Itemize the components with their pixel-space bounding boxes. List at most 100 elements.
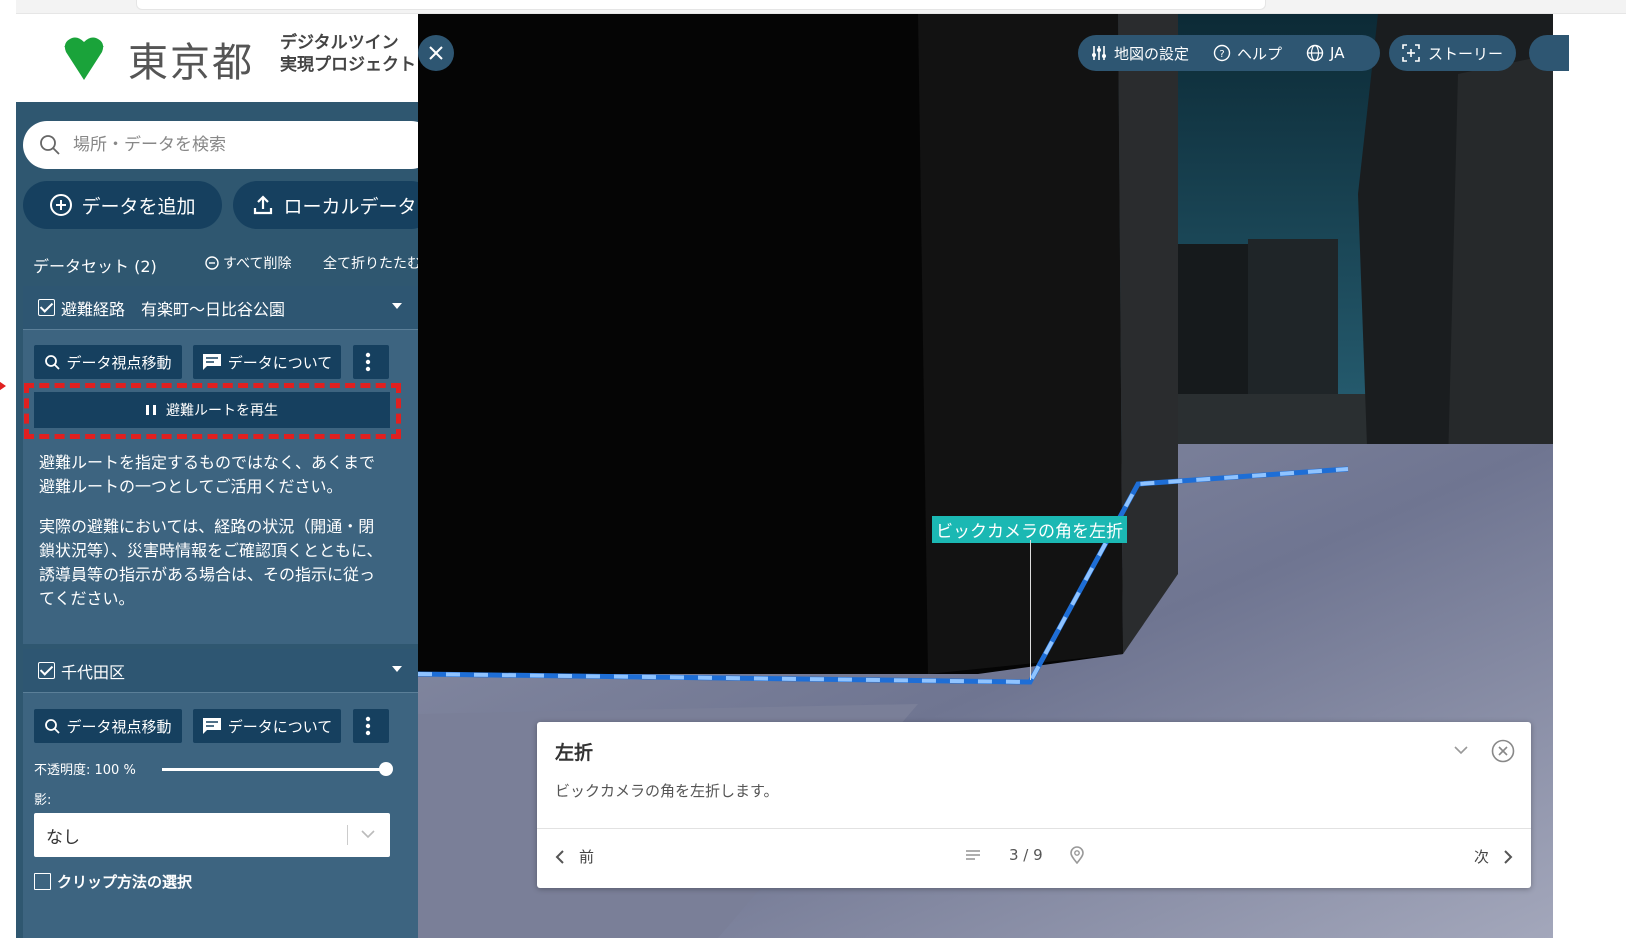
dataset-title: 避難経路 有楽町〜日比谷公園 [61,299,286,319]
search-icon [40,135,60,155]
shadow-select[interactable]: なし [34,813,390,857]
chevron-down-icon[interactable] [392,303,402,309]
dataset-panel-evacuation: 避難経路 有楽町〜日比谷公園 データ視点移動 データについて 避難ルートを再生 … [23,286,420,644]
browser-strip [16,0,1626,14]
delete-all-button[interactable]: すべて削除 [205,253,291,273]
opacity-slider[interactable] [162,762,393,776]
story-label: ストーリー [1427,44,1503,63]
clip-label: クリップ方法の選択 [57,873,193,891]
help-button[interactable]: ? ヘルプ [1201,43,1294,64]
brand-name: 東京都 [128,40,254,86]
add-data-label: データを追加 [81,195,196,218]
opacity-label: 不透明度: 100 % [34,763,136,778]
prev-label: 前 [579,848,595,866]
location-pin-icon[interactable] [1069,846,1085,864]
chevron-down-icon[interactable] [1453,744,1469,756]
minus-circle-icon [205,256,219,270]
story-pager: 3 / 9 [965,846,1085,864]
tokyo-logo-icon [64,37,104,80]
dataset-checkbox[interactable] [38,299,55,316]
select-divider [347,825,348,845]
comment-icon [202,354,221,370]
sliders-icon [1092,46,1106,60]
help-icon: ? [1213,44,1231,62]
map-settings-label: 地図の設定 [1114,44,1190,63]
search-input[interactable] [73,135,403,155]
next-label: 次 [1473,848,1489,866]
story-description: ビックカメラの角を左折します。 [555,782,779,800]
dataset-panel-chiyoda: 千代田区 データ視点移動 データについて 不透明度: 100 % 影: なし ク… [23,649,420,938]
plus-circle-icon [50,194,73,216]
search-icon [45,719,61,734]
chevron-left-icon [555,849,564,864]
pointer-arrow-icon [0,381,6,391]
upload-icon [254,195,273,215]
add-data-button[interactable]: データを追加 [23,181,222,229]
data-viewpoint-label: データ視点移動 [66,717,172,736]
route-note-2: 実際の避難においては、経路の状況（開通・閉鎖状況等）、災害時情報をご確認頂くとと… [39,517,383,608]
dataset-checkbox[interactable] [38,662,55,679]
story-panel: 左折 ビックカメラの角を左折します。 前 3 / 9 次 [537,722,1531,888]
story-button[interactable]: ストーリー [1389,35,1516,71]
search-box[interactable] [23,121,435,169]
brand-subtitle-line2: 実現プロジェクト [280,55,416,75]
local-data-button[interactable]: ローカルデータ [233,181,435,229]
collapse-all-button[interactable]: 全て折りたたむ [323,253,421,273]
data-about-button[interactable]: データについて [193,345,341,379]
prev-button[interactable]: 前 [555,846,594,867]
story-icon [1402,44,1420,62]
data-about-label: データについて [227,717,333,736]
globe-icon [1306,44,1324,62]
brand-subtitle-line1: デジタルツイン [280,33,399,53]
next-button[interactable]: 次 [1474,846,1513,867]
dataset-header-evacuation[interactable]: 避難経路 有楽町〜日比谷公園 [23,286,420,330]
highlight-box [24,383,401,439]
story-title: 左折 [555,742,594,764]
search-icon [45,355,61,370]
list-icon[interactable] [965,848,981,862]
language-button[interactable]: JA [1294,44,1356,62]
data-viewpoint-label: データ視点移動 [66,353,172,372]
shadow-label: 影: [34,793,52,808]
logo-area: 東京都 デジタルツイン 実現プロジェクト [16,14,438,102]
dataset-title: 千代田区 [61,662,126,682]
chevron-down-icon [361,830,375,839]
route-point-label: ビックカメラの角を左折 [932,516,1127,543]
close-icon [429,46,443,60]
close-sidebar-button[interactable] [418,35,454,71]
more-options-button[interactable] [353,345,389,379]
shadow-value: なし [46,827,80,848]
delete-all-label: すべて削除 [223,256,292,272]
page-indicator: 3 / 9 [1009,846,1043,864]
dataset-header-chiyoda[interactable]: 千代田区 [23,649,420,693]
slider-handle[interactable] [379,762,393,776]
data-viewpoint-button[interactable]: データ視点移動 [34,709,182,743]
route-label-pole [1030,540,1031,680]
language-label: JA [1330,44,1345,62]
clip-method-option[interactable]: クリップ方法の選択 [34,871,192,892]
brand-subtitle: デジタルツイン 実現プロジェクト [280,32,416,76]
data-about-button[interactable]: データについて [193,709,341,743]
svg-text:?: ? [1219,49,1224,60]
kebab-menu-icon [365,352,371,372]
kebab-menu-icon [365,716,371,736]
chevron-right-icon [1504,849,1513,864]
app-window: 東京都 デジタルツイン 実現プロジェクト データを追加 ローカルデータ データセ… [0,0,1635,938]
data-viewpoint-button[interactable]: データ視点移動 [34,345,182,379]
clip-checkbox[interactable] [34,873,51,890]
close-circle-icon[interactable] [1491,739,1515,763]
comment-icon [202,718,221,734]
more-options-button[interactable] [353,709,389,743]
sidebar: 東京都 デジタルツイン 実現プロジェクト データを追加 ローカルデータ データセ… [16,14,438,938]
data-about-label: データについて [227,353,333,372]
share-button[interactable] [1529,35,1569,71]
map-toolbar: 地図の設定 ? ヘルプ JA [1078,35,1380,71]
local-data-label: ローカルデータ [283,195,417,218]
dataset-count: データセット (2) [33,257,157,276]
route-note-1: 避難ルートを指定するものではなく、あくまで避難ルートの一つとしてご活用ください。 [39,453,376,496]
story-divider [537,828,1531,829]
help-label: ヘルプ [1237,44,1283,63]
chevron-down-icon[interactable] [392,666,402,672]
map-settings-button[interactable]: 地図の設定 [1078,43,1201,64]
dataset-header: データセット (2) すべて削除 全て折りたたむ [33,251,433,276]
